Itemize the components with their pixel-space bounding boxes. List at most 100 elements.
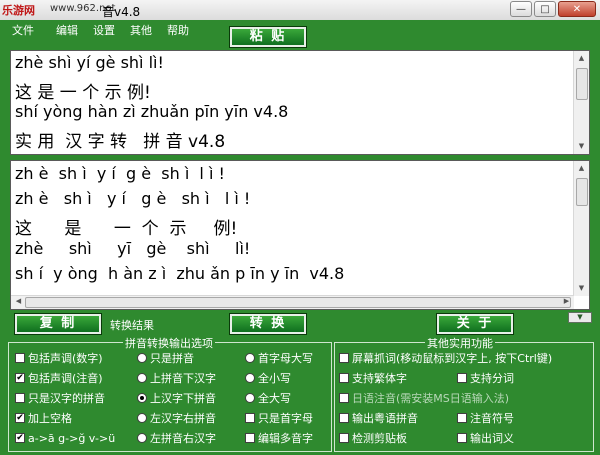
watermark-logo: 乐游网 [2,4,35,17]
title-bar: 乐游网 www.962.net 音v4.8 — □ ✕ [0,0,600,21]
radio-button[interactable] [137,393,147,403]
radio-button[interactable] [137,433,147,443]
option-label: 注音符号 [470,412,514,425]
copy-button[interactable]: 复 制 [14,313,102,335]
scroll-left-arrow-icon[interactable]: ◀ [11,295,26,308]
checkbox[interactable] [245,413,255,423]
output-textarea[interactable]: zh è sh ì y í g è sh ì l ì ! zh è sh ì y… [10,160,590,310]
checkbox[interactable] [15,393,25,403]
option-label: 只是汉字的拼音 [28,392,105,405]
maximize-button[interactable]: □ [534,1,556,17]
expand-arrow-icon[interactable]: ▼ [568,312,592,323]
option-tone-marks[interactable]: ✔ 包括声调(注音) [15,371,103,385]
radio-pinyin-left-hanzi[interactable]: 左拼音右汉字 [137,431,216,445]
option-zhuyin[interactable]: 注音符号 [457,411,514,425]
radio-button[interactable] [137,373,147,383]
menu-edit[interactable]: 编辑 [56,24,78,38]
radio-hanzi-above-pinyin[interactable]: 上汉字下拼音 [137,391,216,405]
input-textarea[interactable]: zhè shì yí gè shì lì! 这 是 一 个 示 例! shí y… [10,50,590,155]
option-word-segmentation[interactable]: 支持分词 [457,371,514,385]
option-label: 支持繁体字 [352,372,407,385]
option-label: 日语注音(需安装MS日语输入法) [352,392,510,405]
option-label: 加上空格 [28,412,72,425]
option-watch-clipboard[interactable]: 检测剪贴板 [339,431,407,445]
option-label: 左拼音右汉字 [150,432,216,445]
checkbox[interactable] [457,373,467,383]
menu-settings[interactable]: 设置 [93,24,115,38]
option-label: 包括声调(注音) [28,372,103,385]
checkbox[interactable] [339,393,349,403]
convert-button[interactable]: 转 换 [229,313,307,335]
pinyin-options-title: 拼音转换输出选项 [123,335,215,351]
option-label: a->ā g->ğ v->ü [28,431,116,445]
radio-capitalize-first[interactable]: 首字母大写 [245,351,313,365]
option-cantonese[interactable]: 输出粤语拼音 [339,411,418,425]
radio-all-upper[interactable]: 全大写 [245,391,291,405]
result-label: 转换结果 [110,319,154,332]
option-label: 只是首字母 [258,412,313,425]
output-vertical-scrollbar[interactable]: ▲ ▼ [573,161,589,296]
option-hanzi-pinyin-only[interactable]: 只是汉字的拼音 [15,391,105,405]
menu-help[interactable]: 帮助 [167,24,189,38]
radio-all-lower[interactable]: 全小写 [245,371,291,385]
other-functions-group: 其他实用功能 屏幕抓词(移动鼠标到汉字上, 按下Ctrl键) 支持繁体字 支持分… [334,335,594,452]
radio-pinyin-above-hanzi[interactable]: 上拼音下汉字 [137,371,216,385]
option-traditional[interactable]: 支持繁体字 [339,371,407,385]
option-label: 上拼音下汉字 [150,372,216,385]
input-line: 这 是 一 个 示 例! [15,83,151,103]
scroll-up-arrow-icon[interactable]: ▲ [574,161,589,176]
radio-button[interactable] [245,353,255,363]
option-label: 全小写 [258,372,291,385]
checkbox[interactable] [245,433,255,443]
window-title: 音v4.8 [102,5,141,19]
option-initials-only[interactable]: 只是首字母 [245,411,313,425]
horizontal-scroll-thumb[interactable] [25,297,571,308]
checkbox[interactable]: ✔ [15,413,25,423]
checkbox[interactable]: ✔ [15,433,25,443]
menu-file[interactable]: 文件 [12,24,34,38]
checkbox[interactable] [457,433,467,443]
radio-button[interactable] [137,413,147,423]
checkbox[interactable] [339,433,349,443]
option-label: 上汉字下拼音 [150,392,216,405]
checkbox[interactable] [15,353,25,363]
checkbox[interactable] [457,413,467,423]
option-screen-capture[interactable]: 屏幕抓词(移动鼠标到汉字上, 按下Ctrl键) [339,351,552,365]
scroll-down-arrow-icon[interactable]: ▼ [574,281,589,296]
option-letter-conversion[interactable]: ✔ a->ā g->ğ v->ü [15,431,115,445]
checkbox[interactable]: ✔ [15,373,25,383]
other-functions-title: 其他实用功能 [425,335,495,351]
scroll-thumb[interactable] [576,178,588,206]
option-tone-numbers[interactable]: 包括声调(数字) [15,351,103,365]
radio-button[interactable] [245,373,255,383]
minimize-button[interactable]: — [510,1,532,17]
option-japanese[interactable]: 日语注音(需安装MS日语输入法) [339,391,509,405]
close-window-button[interactable]: ✕ [558,1,596,17]
scroll-down-arrow-icon[interactable]: ▼ [574,139,589,154]
checkbox[interactable] [339,413,349,423]
scroll-up-arrow-icon[interactable]: ▲ [574,51,589,66]
radio-hanzi-left-pinyin[interactable]: 左汉字右拼音 [137,411,216,425]
checkbox[interactable] [339,353,349,363]
checkbox[interactable] [339,373,349,383]
paste-button[interactable]: 粘 贴 [229,26,307,48]
radio-pinyin-only[interactable]: 只是拼音 [137,351,194,365]
output-line: zh è sh ì y í g è sh ì l ì ! [15,164,225,183]
menu-other[interactable]: 其他 [130,24,152,38]
menu-bar: 文件 编辑 设置 其他 帮助 [12,24,204,38]
option-label: 输出词义 [470,432,514,445]
option-add-spaces[interactable]: ✔ 加上空格 [15,411,72,425]
scroll-thumb[interactable] [576,68,588,100]
radio-button[interactable] [245,393,255,403]
output-horizontal-scrollbar[interactable]: ◀ ▶ [11,295,574,309]
output-line: sh í y òng h àn z ì zhu ǎn p īn y īn v4.… [15,264,345,283]
option-word-meaning[interactable]: 输出词义 [457,431,514,445]
option-label: 输出粤语拼音 [352,412,418,425]
scroll-right-arrow-icon[interactable]: ▶ [559,295,574,308]
input-vertical-scrollbar[interactable]: ▲ ▼ [573,51,589,154]
option-label: 只是拼音 [150,352,194,365]
option-edit-polyphones[interactable]: 编辑多音字 [245,431,313,445]
output-line: 这 是 一 个 示 例! [15,219,238,239]
about-button[interactable]: 关 于 [436,313,514,335]
radio-button[interactable] [137,353,147,363]
